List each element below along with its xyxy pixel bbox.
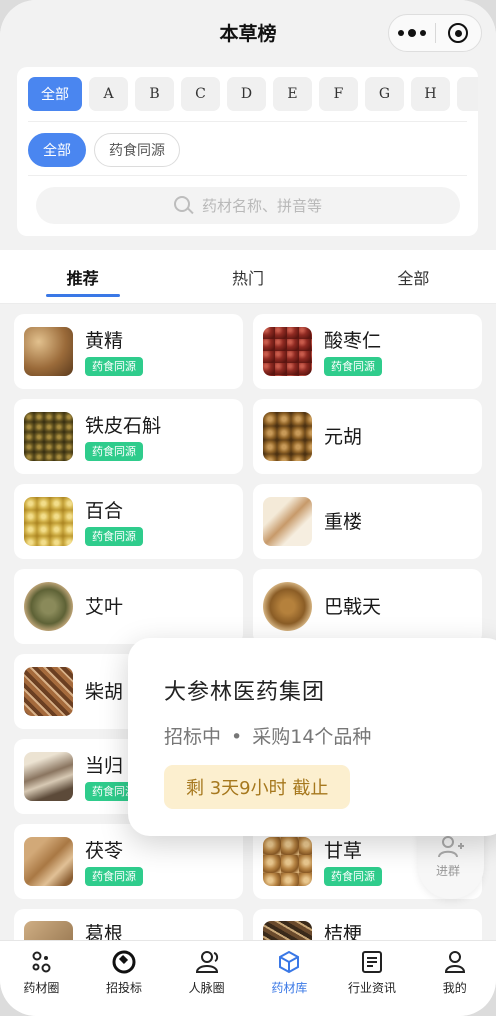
tab-recommended[interactable]: 推荐 <box>0 250 165 303</box>
letter-chip-c[interactable]: C <box>181 77 220 111</box>
page-title: 本草榜 <box>219 22 277 45</box>
food-medicine-badge: 药食同源 <box>324 356 382 376</box>
tabbar-item-herb-circle[interactable]: 药材圈 <box>0 941 83 1016</box>
food-medicine-badge: 药食同源 <box>85 526 143 546</box>
search-input[interactable]: 药材名称、拼音等 <box>36 187 460 224</box>
divider <box>28 121 467 122</box>
tabbar-item-news[interactable]: 行业资讯 <box>331 941 414 1016</box>
herb-image <box>263 327 312 376</box>
category-chip-all[interactable]: 全部 <box>28 133 86 167</box>
herb-name: 茯苓 <box>85 839 124 862</box>
herb-image <box>24 412 73 461</box>
tabbar-item-profile[interactable]: 我的 <box>413 941 496 1016</box>
letter-chip-partial[interactable] <box>457 77 478 111</box>
tender-status: 招标中 <box>164 726 222 748</box>
search-placeholder: 药材名称、拼音等 <box>201 197 322 215</box>
herb-image <box>263 412 312 461</box>
herb-image <box>24 327 73 376</box>
bid-icon <box>112 950 136 974</box>
tabbar-label: 药材库 <box>271 981 308 995</box>
popup-subtitle: 招标中 • 采购14个品种 <box>164 722 496 749</box>
herb-image <box>24 582 73 631</box>
herb-card[interactable]: 重楼 <box>253 484 482 559</box>
tabbar-label: 药材圈 <box>23 981 60 995</box>
herb-name: 重楼 <box>324 510 363 533</box>
target-icon <box>448 23 469 43</box>
herb-name: 百合 <box>85 499 124 522</box>
people-icon <box>195 951 218 973</box>
herb-name: 铁皮石斛 <box>85 414 162 437</box>
letter-chip-b[interactable]: B <box>135 77 174 111</box>
herb-image <box>263 497 312 546</box>
letter-chip-f[interactable]: F <box>319 77 358 111</box>
category-chip-food-medicine[interactable]: 药食同源 <box>94 133 180 167</box>
cube-icon <box>279 950 300 974</box>
circle-dots-icon <box>32 951 51 973</box>
food-medicine-badge: 药食同源 <box>324 866 382 886</box>
tab-bar: 推荐 热门 全部 <box>0 250 496 304</box>
tabbar-item-bidding[interactable]: 招投标 <box>83 941 166 1016</box>
bottom-tab-bar: 药材圈 招投标 人脉圈 药材库 行业资讯 我的 <box>0 940 496 1016</box>
herb-name: 酸枣仁 <box>324 329 382 352</box>
herb-name: 艾叶 <box>85 595 124 618</box>
add-user-icon <box>438 836 464 858</box>
more-dots-icon <box>397 28 426 37</box>
profile-icon <box>444 951 465 973</box>
tender-detail: 采购14个品种 <box>252 726 372 748</box>
letter-filter-row: 全部 A B C D E F G H <box>28 77 478 111</box>
popup-company: 大参林医药集团 <box>164 680 326 705</box>
food-medicine-badge: 药食同源 <box>85 356 143 376</box>
herb-name: 巴戟天 <box>324 595 382 618</box>
herb-image <box>24 752 73 801</box>
herb-image <box>24 837 73 886</box>
food-medicine-badge: 药食同源 <box>85 441 143 461</box>
herb-card[interactable]: 黄精 药食同源 <box>14 314 243 389</box>
separator-dot: • <box>231 726 243 748</box>
herb-image <box>263 582 312 631</box>
filter-card: 全部 A B C D E F G H 全部 药食同源 药材名称、拼音等 <box>17 67 478 236</box>
letter-chip-g[interactable]: G <box>365 77 404 111</box>
letter-chip-a[interactable]: A <box>89 77 128 111</box>
herb-card[interactable]: 酸枣仁 药食同源 <box>253 314 482 389</box>
letter-chip-d[interactable]: D <box>227 77 266 111</box>
tabbar-label: 人脉圈 <box>188 981 225 995</box>
navbar: 本草榜 <box>0 0 496 64</box>
herb-image <box>24 667 73 716</box>
herb-name: 元胡 <box>324 425 363 448</box>
tabbar-item-network[interactable]: 人脉圈 <box>165 941 248 1016</box>
tabbar-label: 行业资讯 <box>348 981 397 995</box>
deadline-badge: 剩 3天9小时 截止 <box>164 765 351 809</box>
category-filter-row: 全部 药食同源 <box>28 133 180 167</box>
letter-chip-h[interactable]: H <box>411 77 450 111</box>
herb-image <box>263 837 312 886</box>
herb-name: 柴胡 <box>85 680 124 703</box>
join-group-label: 进群 <box>435 864 460 878</box>
close-miniprogram-button[interactable] <box>436 15 482 51</box>
herb-image <box>24 497 73 546</box>
tabbar-item-herb-library[interactable]: 药材库 <box>248 941 331 1016</box>
news-icon <box>362 951 383 973</box>
more-button[interactable] <box>389 15 435 51</box>
food-medicine-badge: 药食同源 <box>85 866 143 886</box>
herb-name: 黄精 <box>85 329 124 352</box>
tab-hot[interactable]: 热门 <box>165 250 330 303</box>
herb-card[interactable]: 元胡 <box>253 399 482 474</box>
phone-screen: 本草榜 全部 A B C D E F G H 全部 药食同源 药材名称、拼音等 … <box>0 0 496 1016</box>
search-icon <box>173 195 194 216</box>
herb-name: 甘草 <box>324 839 363 862</box>
tab-all[interactable]: 全部 <box>331 250 496 303</box>
tender-popup[interactable]: 大参林医药集团 招标中 • 采购14个品种 剩 3天9小时 截止 <box>128 638 496 836</box>
miniprogram-capsule <box>388 14 482 52</box>
herb-card[interactable]: 艾叶 <box>14 569 243 644</box>
letter-chip-e[interactable]: E <box>273 77 312 111</box>
tabbar-label: 我的 <box>442 981 467 995</box>
tabbar-label: 招投标 <box>106 981 143 995</box>
letter-chip-all[interactable]: 全部 <box>28 77 82 111</box>
divider <box>28 175 467 176</box>
herb-card[interactable]: 百合 药食同源 <box>14 484 243 559</box>
herb-card[interactable]: 巴戟天 <box>253 569 482 644</box>
herb-card[interactable]: 铁皮石斛 药食同源 <box>14 399 243 474</box>
